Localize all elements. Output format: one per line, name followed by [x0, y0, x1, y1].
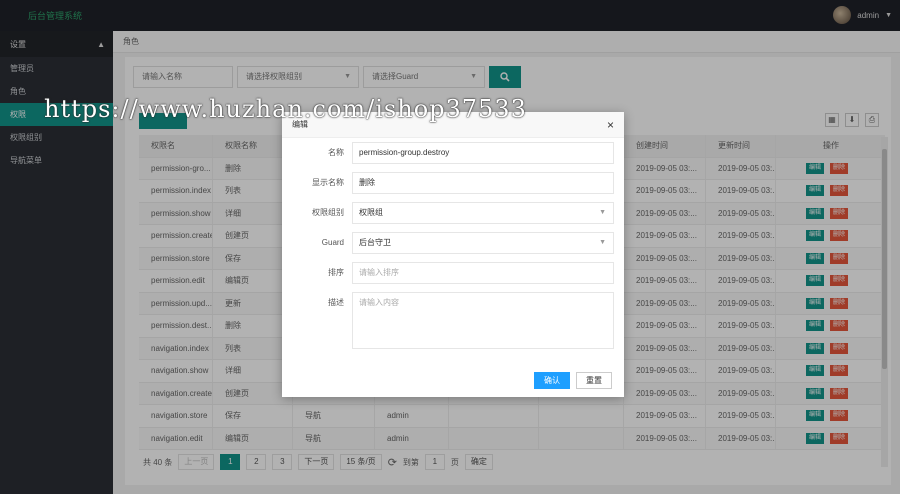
reset-button[interactable]: 重置: [576, 372, 612, 389]
field-row-display-name: 显示名称 删除: [282, 172, 624, 194]
close-icon[interactable]: ×: [607, 112, 614, 138]
description-label: 描述: [328, 298, 344, 307]
sort-field[interactable]: 请输入排序: [352, 262, 614, 284]
group-field-value: 权限组: [359, 208, 383, 217]
name-label: 名称: [328, 148, 344, 157]
dialog-title: 编辑: [292, 120, 308, 129]
confirm-button[interactable]: 确认: [534, 372, 570, 389]
field-row-name: 名称 permission-group.destroy: [282, 142, 624, 164]
guard-field-value: 后台守卫: [359, 238, 391, 247]
sort-label: 排序: [328, 268, 344, 277]
group-label: 权限组别: [312, 208, 344, 217]
dialog-buttons: 确认 重置: [534, 372, 612, 389]
field-row-sort: 排序 请输入排序: [282, 262, 624, 284]
chevron-down-icon: ▼: [599, 239, 606, 246]
field-row-guard: Guard 后台守卫 ▼: [282, 232, 624, 254]
dialog-header: 编辑 ×: [282, 112, 624, 138]
chevron-down-icon: ▼: [599, 209, 606, 216]
display-name-label: 显示名称: [312, 178, 344, 187]
field-row-group: 权限组别 权限组 ▼: [282, 202, 624, 224]
edit-dialog: 编辑 × 名称 permission-group.destroy 显示名称 删除…: [282, 112, 624, 397]
field-row-description: 描述 请输入内容: [282, 292, 624, 349]
display-name-field[interactable]: 删除: [352, 172, 614, 194]
description-textarea[interactable]: 请输入内容: [352, 292, 614, 349]
guard-label: Guard: [321, 238, 344, 247]
guard-field-select[interactable]: 后台守卫 ▼: [352, 232, 614, 254]
group-field-select[interactable]: 权限组 ▼: [352, 202, 614, 224]
name-field[interactable]: permission-group.destroy: [352, 142, 614, 164]
